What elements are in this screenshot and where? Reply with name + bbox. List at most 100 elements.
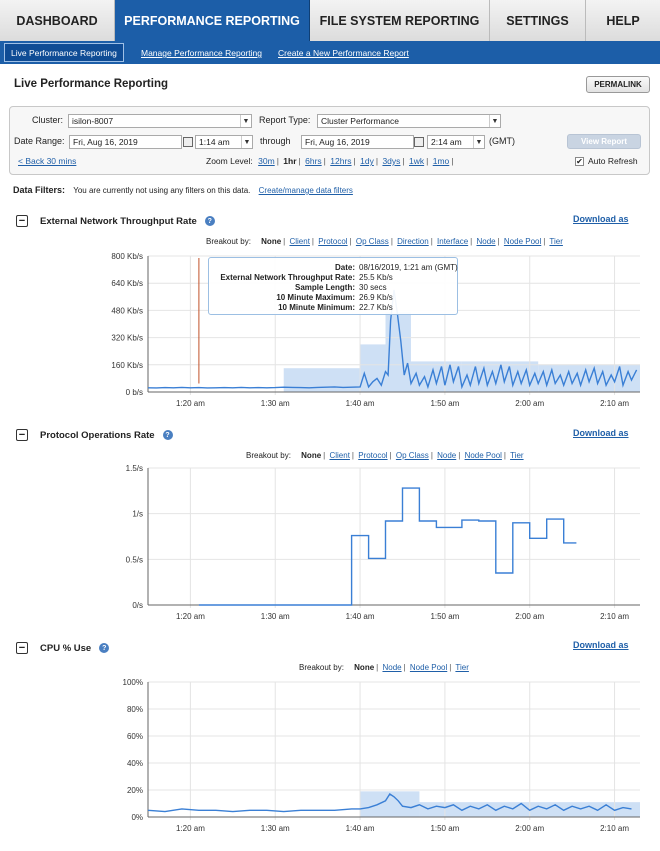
create-manage-filters-link[interactable]: Create/manage data filters	[259, 186, 353, 195]
zoom-1wk[interactable]: 1wk	[409, 156, 424, 166]
start-date-field[interactable]: Fri, Aug 16, 2019	[69, 135, 182, 149]
date-range-label: Date Range:	[14, 136, 65, 146]
y-tick-label: 60%	[127, 732, 143, 741]
chevron-down-icon: ▼	[241, 136, 252, 148]
breakout-tier[interactable]: Tier	[510, 451, 523, 460]
y-tick-label: 480 Kb/s	[111, 306, 143, 315]
zoom-12hrs[interactable]: 12hrs	[330, 156, 351, 166]
tooltip-key: 10 Minute Minimum:	[278, 303, 355, 312]
tab-help[interactable]: HELP	[586, 0, 660, 41]
report-type-value: Cluster Performance	[321, 116, 399, 126]
chart-tooltip: Date: 08/16/2019, 1:21 am (GMT) External …	[208, 257, 458, 315]
collapse-icon[interactable]: −	[16, 642, 28, 654]
tooltip-key: 10 Minute Maximum:	[276, 293, 355, 302]
breakout-node[interactable]: Node	[476, 237, 495, 246]
breakout-node[interactable]: Node	[382, 663, 401, 672]
tooltip-key: Date:	[334, 263, 355, 272]
tab-file-system-reporting[interactable]: FILE SYSTEM REPORTING	[310, 0, 490, 41]
zoom-3dys[interactable]: 3dys	[382, 156, 400, 166]
end-date-field[interactable]: Fri, Aug 16, 2019	[301, 135, 414, 149]
tooltip-value: 08/16/2019, 1:21 am (GMT)	[359, 263, 458, 272]
zoom-1hr[interactable]: 1hr	[283, 156, 296, 166]
y-tick-label: 40%	[127, 759, 143, 768]
breakout-direction[interactable]: Direction	[397, 237, 429, 246]
zoom-6hrs[interactable]: 6hrs	[305, 156, 322, 166]
breakout-label: Breakout by:	[206, 237, 251, 246]
y-tick-label: 0 b/s	[126, 388, 143, 397]
range-band	[283, 368, 361, 392]
section-header-protocol-operations: − Protocol Operations Rate ?	[16, 429, 173, 441]
breakout-none[interactable]: None	[301, 451, 321, 460]
tab-performance-reporting[interactable]: PERFORMANCE REPORTING	[115, 0, 310, 41]
x-tick-label: 1:50 am	[430, 824, 459, 833]
start-time-select[interactable]: 1:14 am ▼	[195, 135, 253, 149]
breakout-interface[interactable]: Interface	[437, 237, 468, 246]
help-icon[interactable]: ?	[162, 430, 173, 440]
breakout-node-pool[interactable]: Node Pool	[410, 663, 447, 672]
breakout-op-class[interactable]: Op Class	[356, 237, 389, 246]
back-30-mins-link[interactable]: < Back 30 mins	[18, 156, 76, 166]
download-as-link[interactable]: Download as	[573, 640, 629, 650]
breakout-client[interactable]: Client	[329, 451, 349, 460]
y-tick-label: 1/s	[132, 510, 143, 519]
view-report-button[interactable]: View Report	[567, 134, 641, 149]
y-tick-label: 160 Kb/s	[111, 361, 143, 370]
start-time-value: 1:14 am	[199, 137, 230, 147]
tooltip-key: Sample Length:	[294, 283, 355, 292]
report-type-select[interactable]: Cluster Performance ▼	[317, 114, 501, 128]
breakout-none[interactable]: None	[261, 237, 281, 246]
zoom-1mo[interactable]: 1mo	[433, 156, 450, 166]
download-as-link[interactable]: Download as	[573, 428, 629, 438]
section-header-external-network: − External Network Throughput Rate ?	[16, 215, 215, 227]
download-as-link[interactable]: Download as	[573, 214, 629, 224]
timezone-label: (GMT)	[489, 136, 515, 146]
chevron-down-icon: ▼	[489, 115, 500, 127]
y-tick-label: 1.5/s	[126, 464, 143, 473]
x-tick-label: 2:00 am	[515, 824, 544, 833]
auto-refresh-checkbox[interactable]: ✔	[575, 157, 584, 166]
breakout-tier[interactable]: Tier	[549, 237, 562, 246]
breakout-bar: Breakout by: None | Client | Protocol | Op …	[246, 451, 524, 460]
tab-dashboard[interactable]: DASHBOARD	[0, 0, 115, 41]
page-title: Live Performance Reporting	[14, 78, 169, 90]
breakout-node[interactable]: Node	[437, 451, 456, 460]
report-type-label: Report Type:	[259, 115, 311, 125]
calendar-icon[interactable]	[414, 137, 424, 147]
x-tick-label: 1:30 am	[261, 399, 290, 408]
breakout-node-pool[interactable]: Node Pool	[504, 237, 541, 246]
series-line	[198, 487, 577, 606]
help-icon[interactable]: ?	[204, 216, 215, 226]
zoom-30m[interactable]: 30m	[258, 156, 275, 166]
collapse-icon[interactable]: −	[16, 429, 28, 441]
subnav-manage-performance-reporting[interactable]: Manage Performance Reporting	[135, 44, 268, 62]
breakout-node-pool[interactable]: Node Pool	[465, 451, 502, 460]
y-tick-label: 640 Kb/s	[111, 279, 143, 288]
breakout-protocol[interactable]: Protocol	[318, 237, 347, 246]
section-title: CPU % Use	[40, 642, 92, 654]
breakout-none[interactable]: None	[354, 663, 374, 672]
tab-settings[interactable]: SETTINGS	[490, 0, 586, 41]
permalink-button[interactable]: PERMALINK	[586, 76, 650, 93]
tooltip-value: 30 secs	[359, 283, 387, 292]
zoom-1dy[interactable]: 1dy	[360, 156, 374, 166]
calendar-icon[interactable]	[183, 137, 193, 147]
tooltip-key: External Network Throughput Rate:	[220, 273, 355, 282]
subnav-live-performance-reporting[interactable]: Live Performance Reporting	[4, 43, 124, 62]
breakout-client[interactable]: Client	[289, 237, 309, 246]
breakout-protocol[interactable]: Protocol	[358, 451, 387, 460]
x-tick-label: 1:40 am	[346, 612, 375, 621]
collapse-icon[interactable]: −	[16, 215, 28, 227]
help-icon[interactable]: ?	[99, 643, 110, 653]
x-tick-label: 2:10 am	[600, 612, 629, 621]
end-time-select[interactable]: 2:14 am ▼	[427, 135, 485, 149]
x-tick-label: 2:10 am	[600, 399, 629, 408]
breakout-op-class[interactable]: Op Class	[396, 451, 429, 460]
x-tick-label: 2:00 am	[515, 612, 544, 621]
cluster-select[interactable]: isilon-8007 ▼	[68, 114, 252, 128]
x-tick-label: 1:20 am	[176, 399, 205, 408]
subnav-create-report[interactable]: Create a New Performance Report	[272, 44, 415, 62]
range-band	[410, 361, 462, 392]
x-tick-label: 1:40 am	[346, 824, 375, 833]
breakout-tier[interactable]: Tier	[455, 663, 468, 672]
y-tick-label: 0%	[131, 813, 143, 822]
